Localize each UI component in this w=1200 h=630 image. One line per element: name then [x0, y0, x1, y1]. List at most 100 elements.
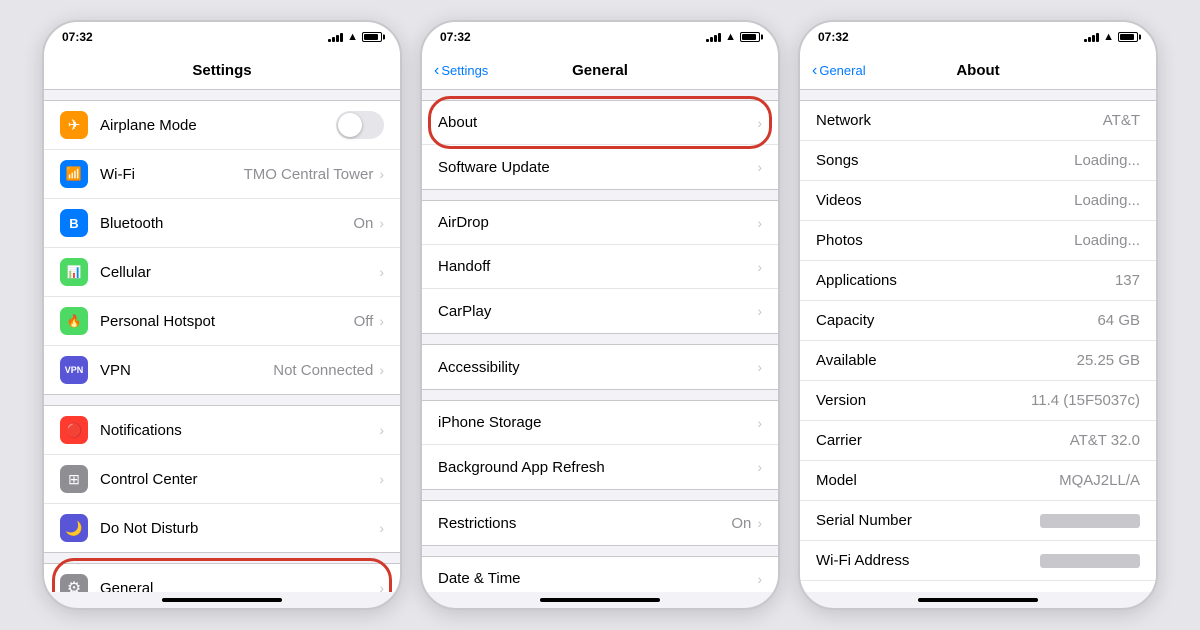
- row-iphone-storage[interactable]: iPhone Storage ›: [422, 401, 778, 445]
- background-app-chevron: ›: [757, 459, 762, 475]
- row-personal-hotspot[interactable]: 🔥 Personal Hotspot Off ›: [44, 297, 400, 346]
- status-bar-1: 07:32 ▲: [44, 22, 400, 52]
- handoff-label: Handoff: [438, 258, 757, 275]
- row-accessibility[interactable]: Accessibility ›: [422, 345, 778, 389]
- bluetooth-value: On: [353, 215, 373, 232]
- row-handoff[interactable]: Handoff ›: [422, 245, 778, 289]
- time-3: 07:32: [818, 30, 849, 44]
- battery-icon-3: [1118, 32, 1138, 42]
- general-group-5: Restrictions On ›: [422, 500, 778, 546]
- row-do-not-disturb[interactable]: 🌙 Do Not Disturb ›: [44, 504, 400, 552]
- songs-value: Loading...: [1074, 152, 1140, 169]
- notifications-label: Notifications: [100, 422, 379, 439]
- hotspot-chevron: ›: [379, 313, 384, 329]
- about-row-wifi-address: Wi-Fi Address: [800, 541, 1156, 581]
- wifi-address-redacted: [1040, 554, 1140, 568]
- row-control-center[interactable]: ⊞ Control Center ›: [44, 455, 400, 504]
- row-software-update[interactable]: Software Update ›: [422, 145, 778, 189]
- row-airdrop[interactable]: AirDrop ›: [422, 201, 778, 245]
- general-row-icon: ⚙: [60, 574, 88, 592]
- iphone-storage-chevron: ›: [757, 415, 762, 431]
- donotdisturb-chevron: ›: [379, 520, 384, 536]
- airplane-icon: ✈: [60, 111, 88, 139]
- about-row-carrier: Carrier AT&T 32.0: [800, 421, 1156, 461]
- phone-about: 07:32 ▲ ‹ General About Network AT&T: [798, 20, 1158, 610]
- version-value: 11.4 (15F5037c): [1031, 392, 1140, 409]
- row-bluetooth[interactable]: B Bluetooth On ›: [44, 199, 400, 248]
- about-row-bluetooth-addr: Bluetooth: [800, 581, 1156, 592]
- about-label: About: [438, 114, 757, 131]
- about-row-serial: Serial Number: [800, 501, 1156, 541]
- vpn-value: Not Connected: [273, 362, 373, 379]
- wifi-icon-3: ▲: [1103, 31, 1114, 43]
- settings-list-2: 🔴 Notifications › ⊞ Control Center › 🌙: [44, 405, 400, 553]
- settings-content: ✈ Airplane Mode 📶 Wi-Fi TMO Central Towe…: [44, 90, 400, 592]
- applications-label: Applications: [816, 272, 1115, 289]
- signal-bars-3: [1084, 32, 1099, 42]
- wifi-icon: ▲: [347, 31, 358, 43]
- row-airplane-mode[interactable]: ✈ Airplane Mode: [44, 101, 400, 150]
- general-label: General: [100, 580, 379, 593]
- date-time-chevron: ›: [757, 571, 762, 587]
- back-to-settings[interactable]: ‹ Settings: [434, 62, 488, 80]
- general-list-1: About › Software Update ›: [422, 100, 778, 190]
- nav-bar-general: ‹ Settings General: [422, 52, 778, 90]
- row-vpn[interactable]: VPN VPN Not Connected ›: [44, 346, 400, 394]
- back-chevron-2: ‹: [434, 62, 439, 80]
- carrier-label: Carrier: [816, 432, 1070, 449]
- wifi-chevron: ›: [379, 166, 384, 182]
- signal-bars-2: [706, 32, 721, 42]
- row-wifi[interactable]: 📶 Wi-Fi TMO Central Tower ›: [44, 150, 400, 199]
- photos-label: Photos: [816, 232, 1074, 249]
- notifications-row-icon: 🔴: [60, 416, 88, 444]
- general-list-5: Restrictions On ›: [422, 500, 778, 546]
- hotspot-label: Personal Hotspot: [100, 313, 354, 330]
- carrier-value: AT&T 32.0: [1070, 432, 1140, 449]
- vpn-label: VPN: [100, 362, 273, 379]
- about-content: Network AT&T Songs Loading... Videos Loa…: [800, 90, 1156, 592]
- available-value: 25.25 GB: [1077, 352, 1140, 369]
- general-content: About › Software Update › AirDrop › Hand…: [422, 90, 778, 592]
- battery-icon-1: [362, 32, 382, 42]
- general-group-1: About › Software Update ›: [422, 100, 778, 190]
- about-group-1: Network AT&T Songs Loading... Videos Loa…: [800, 100, 1156, 592]
- row-carplay[interactable]: CarPlay ›: [422, 289, 778, 333]
- time-1: 07:32: [62, 30, 93, 44]
- model-label: Model: [816, 472, 1059, 489]
- wifi-row-icon: 📶: [60, 160, 88, 188]
- videos-label: Videos: [816, 192, 1074, 209]
- row-about[interactable]: About ›: [422, 101, 778, 145]
- home-bar-3: [918, 598, 1038, 602]
- general-chevron: ›: [379, 580, 384, 592]
- nav-bar-about: ‹ General About: [800, 52, 1156, 90]
- signal-bars-1: [328, 32, 343, 42]
- row-background-app-refresh[interactable]: Background App Refresh ›: [422, 445, 778, 489]
- status-icons-2: ▲: [706, 31, 760, 43]
- handoff-chevron: ›: [757, 259, 762, 275]
- row-date-time[interactable]: Date & Time ›: [422, 557, 778, 592]
- controlcenter-chevron: ›: [379, 471, 384, 487]
- airplane-toggle[interactable]: [336, 111, 384, 139]
- controlcenter-label: Control Center: [100, 471, 379, 488]
- songs-label: Songs: [816, 152, 1074, 169]
- about-list-1: Network AT&T Songs Loading... Videos Loa…: [800, 100, 1156, 592]
- airdrop-label: AirDrop: [438, 214, 757, 231]
- photos-value: Loading...: [1074, 232, 1140, 249]
- settings-list-3: ⚙ General › Aa Display & Brightness ›: [44, 563, 400, 592]
- about-row-model: Model MQAJ2LL/A: [800, 461, 1156, 501]
- row-notifications[interactable]: 🔴 Notifications ›: [44, 406, 400, 455]
- row-cellular[interactable]: 📊 Cellular ›: [44, 248, 400, 297]
- about-row-applications: Applications 137: [800, 261, 1156, 301]
- back-to-general[interactable]: ‹ General: [812, 62, 866, 80]
- airdrop-chevron: ›: [757, 215, 762, 231]
- vpn-chevron: ›: [379, 362, 384, 378]
- row-general[interactable]: ⚙ General ›: [44, 564, 400, 592]
- battery-icon-2: [740, 32, 760, 42]
- about-row-photos: Photos Loading...: [800, 221, 1156, 261]
- settings-title: Settings: [192, 62, 251, 79]
- general-group-6: Date & Time › Keyboard ›: [422, 556, 778, 592]
- capacity-label: Capacity: [816, 312, 1097, 329]
- network-label: Network: [816, 112, 1103, 129]
- restrictions-value: On: [731, 515, 751, 532]
- row-restrictions[interactable]: Restrictions On ›: [422, 501, 778, 545]
